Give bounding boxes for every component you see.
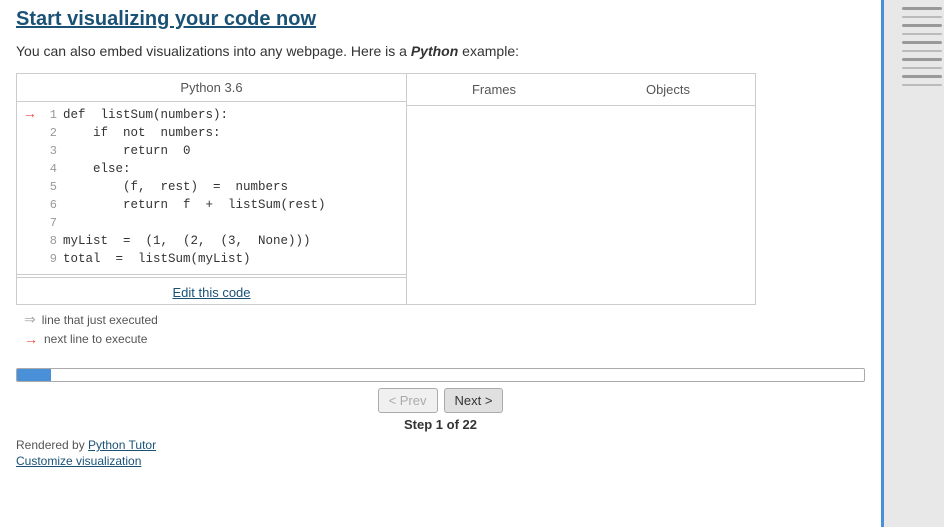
line-num-8: 8 bbox=[39, 234, 57, 248]
line-num-6: 6 bbox=[39, 198, 57, 212]
code-line-7: 7 bbox=[17, 214, 406, 232]
edit-link[interactable]: Edit this code bbox=[17, 277, 406, 304]
code-line-9: 9 total = listSum(myList) bbox=[17, 250, 406, 268]
step-controls bbox=[16, 368, 865, 382]
sidebar-bar-4 bbox=[902, 33, 942, 35]
code-line-4: 4 else: bbox=[17, 160, 406, 178]
line-num-1: 1 bbox=[39, 108, 57, 122]
rendered-by-text: Rendered by bbox=[16, 438, 88, 452]
line-num-4: 4 bbox=[39, 162, 57, 176]
customize-link[interactable]: Customize visualization bbox=[16, 454, 865, 468]
legend-item-red: → next line to execute bbox=[24, 331, 857, 347]
line-num-3: 3 bbox=[39, 144, 57, 158]
code-line-8: 8 myList = (1, (2, (3, None))) bbox=[17, 232, 406, 250]
line-code-1: def listSum(numbers): bbox=[63, 108, 228, 122]
line-code-4: else: bbox=[63, 162, 131, 176]
line-code-8: myList = (1, (2, (3, None))) bbox=[63, 234, 311, 248]
visualization-area bbox=[407, 106, 755, 304]
right-panel: Frames Objects bbox=[407, 74, 755, 304]
python-tutor-link[interactable]: Python Tutor bbox=[88, 438, 156, 452]
frames-header: Frames bbox=[407, 82, 581, 97]
code-divider bbox=[17, 274, 406, 275]
sidebar-bar-3 bbox=[902, 24, 942, 27]
code-panel: Python 3.6 → 1 def listSum(numbers): 2 i… bbox=[17, 74, 407, 304]
code-line-2: 2 if not numbers: bbox=[17, 124, 406, 142]
legend-item-gray: ⇒ line that just executed bbox=[24, 311, 857, 328]
progress-bar-fill bbox=[17, 369, 51, 381]
next-button[interactable]: Next > bbox=[444, 388, 504, 413]
line-code-9: total = listSum(myList) bbox=[63, 252, 251, 266]
sidebar-bar-1 bbox=[902, 7, 942, 10]
line-num-5: 5 bbox=[39, 180, 57, 194]
code-lines: → 1 def listSum(numbers): 2 if not numbe… bbox=[17, 102, 406, 272]
legend-arrow-red-icon: → bbox=[24, 331, 38, 347]
legend-red-text: next line to execute bbox=[44, 332, 147, 346]
below-visualizer: Rendered by Python Tutor Customize visua… bbox=[16, 438, 865, 468]
prev-button[interactable]: < Prev bbox=[378, 388, 438, 413]
sidebar-bar-5 bbox=[902, 41, 942, 44]
sidebar-bar-6 bbox=[902, 50, 942, 52]
objects-header: Objects bbox=[581, 82, 755, 97]
page-title[interactable]: Start visualizing your code now bbox=[16, 8, 316, 31]
intro-plain1: You can also embed visualizations into a… bbox=[16, 43, 411, 59]
sidebar-bar-2 bbox=[902, 16, 942, 18]
intro-plain2: example: bbox=[458, 43, 519, 59]
sidebar-bar-7 bbox=[902, 58, 942, 61]
legend-section: ⇒ line that just executed → next line to… bbox=[16, 305, 865, 358]
line-code-2: if not numbers: bbox=[63, 126, 221, 140]
line-code-6: return f + listSum(rest) bbox=[63, 198, 326, 212]
line-num-2: 2 bbox=[39, 126, 57, 140]
code-line-5: 5 (f, rest) = numbers bbox=[17, 178, 406, 196]
code-line-3: 3 return 0 bbox=[17, 142, 406, 160]
sidebar-bar-9 bbox=[902, 75, 942, 78]
sidebar-bar-10 bbox=[902, 84, 942, 86]
code-line-1: → 1 def listSum(numbers): bbox=[17, 106, 406, 124]
legend-arrow-gray-icon: ⇒ bbox=[24, 311, 36, 328]
progress-bar-wrapper bbox=[16, 368, 865, 382]
rendered-by: Rendered by Python Tutor bbox=[16, 438, 865, 452]
step-info: Step 1 of 22 bbox=[16, 417, 865, 432]
right-panel-headers: Frames Objects bbox=[407, 74, 755, 106]
right-sidebar bbox=[884, 0, 944, 527]
visualizer-container: Python 3.6 → 1 def listSum(numbers): 2 i… bbox=[16, 73, 756, 305]
legend-gray-text: line that just executed bbox=[42, 313, 158, 327]
edit-this-code-link[interactable]: Edit this code bbox=[172, 285, 250, 300]
line-num-9: 9 bbox=[39, 252, 57, 266]
code-panel-header: Python 3.6 bbox=[17, 74, 406, 102]
intro-highlight: Python bbox=[411, 43, 458, 59]
nav-controls: < Prev Next > bbox=[16, 388, 865, 413]
code-line-6: 6 return f + listSum(rest) bbox=[17, 196, 406, 214]
line-num-7: 7 bbox=[39, 216, 57, 230]
line-arrow-1: → bbox=[21, 107, 39, 123]
intro-text: You can also embed visualizations into a… bbox=[16, 43, 865, 59]
sidebar-bar-8 bbox=[902, 67, 942, 69]
line-code-3: return 0 bbox=[63, 144, 191, 158]
line-code-5: (f, rest) = numbers bbox=[63, 180, 288, 194]
